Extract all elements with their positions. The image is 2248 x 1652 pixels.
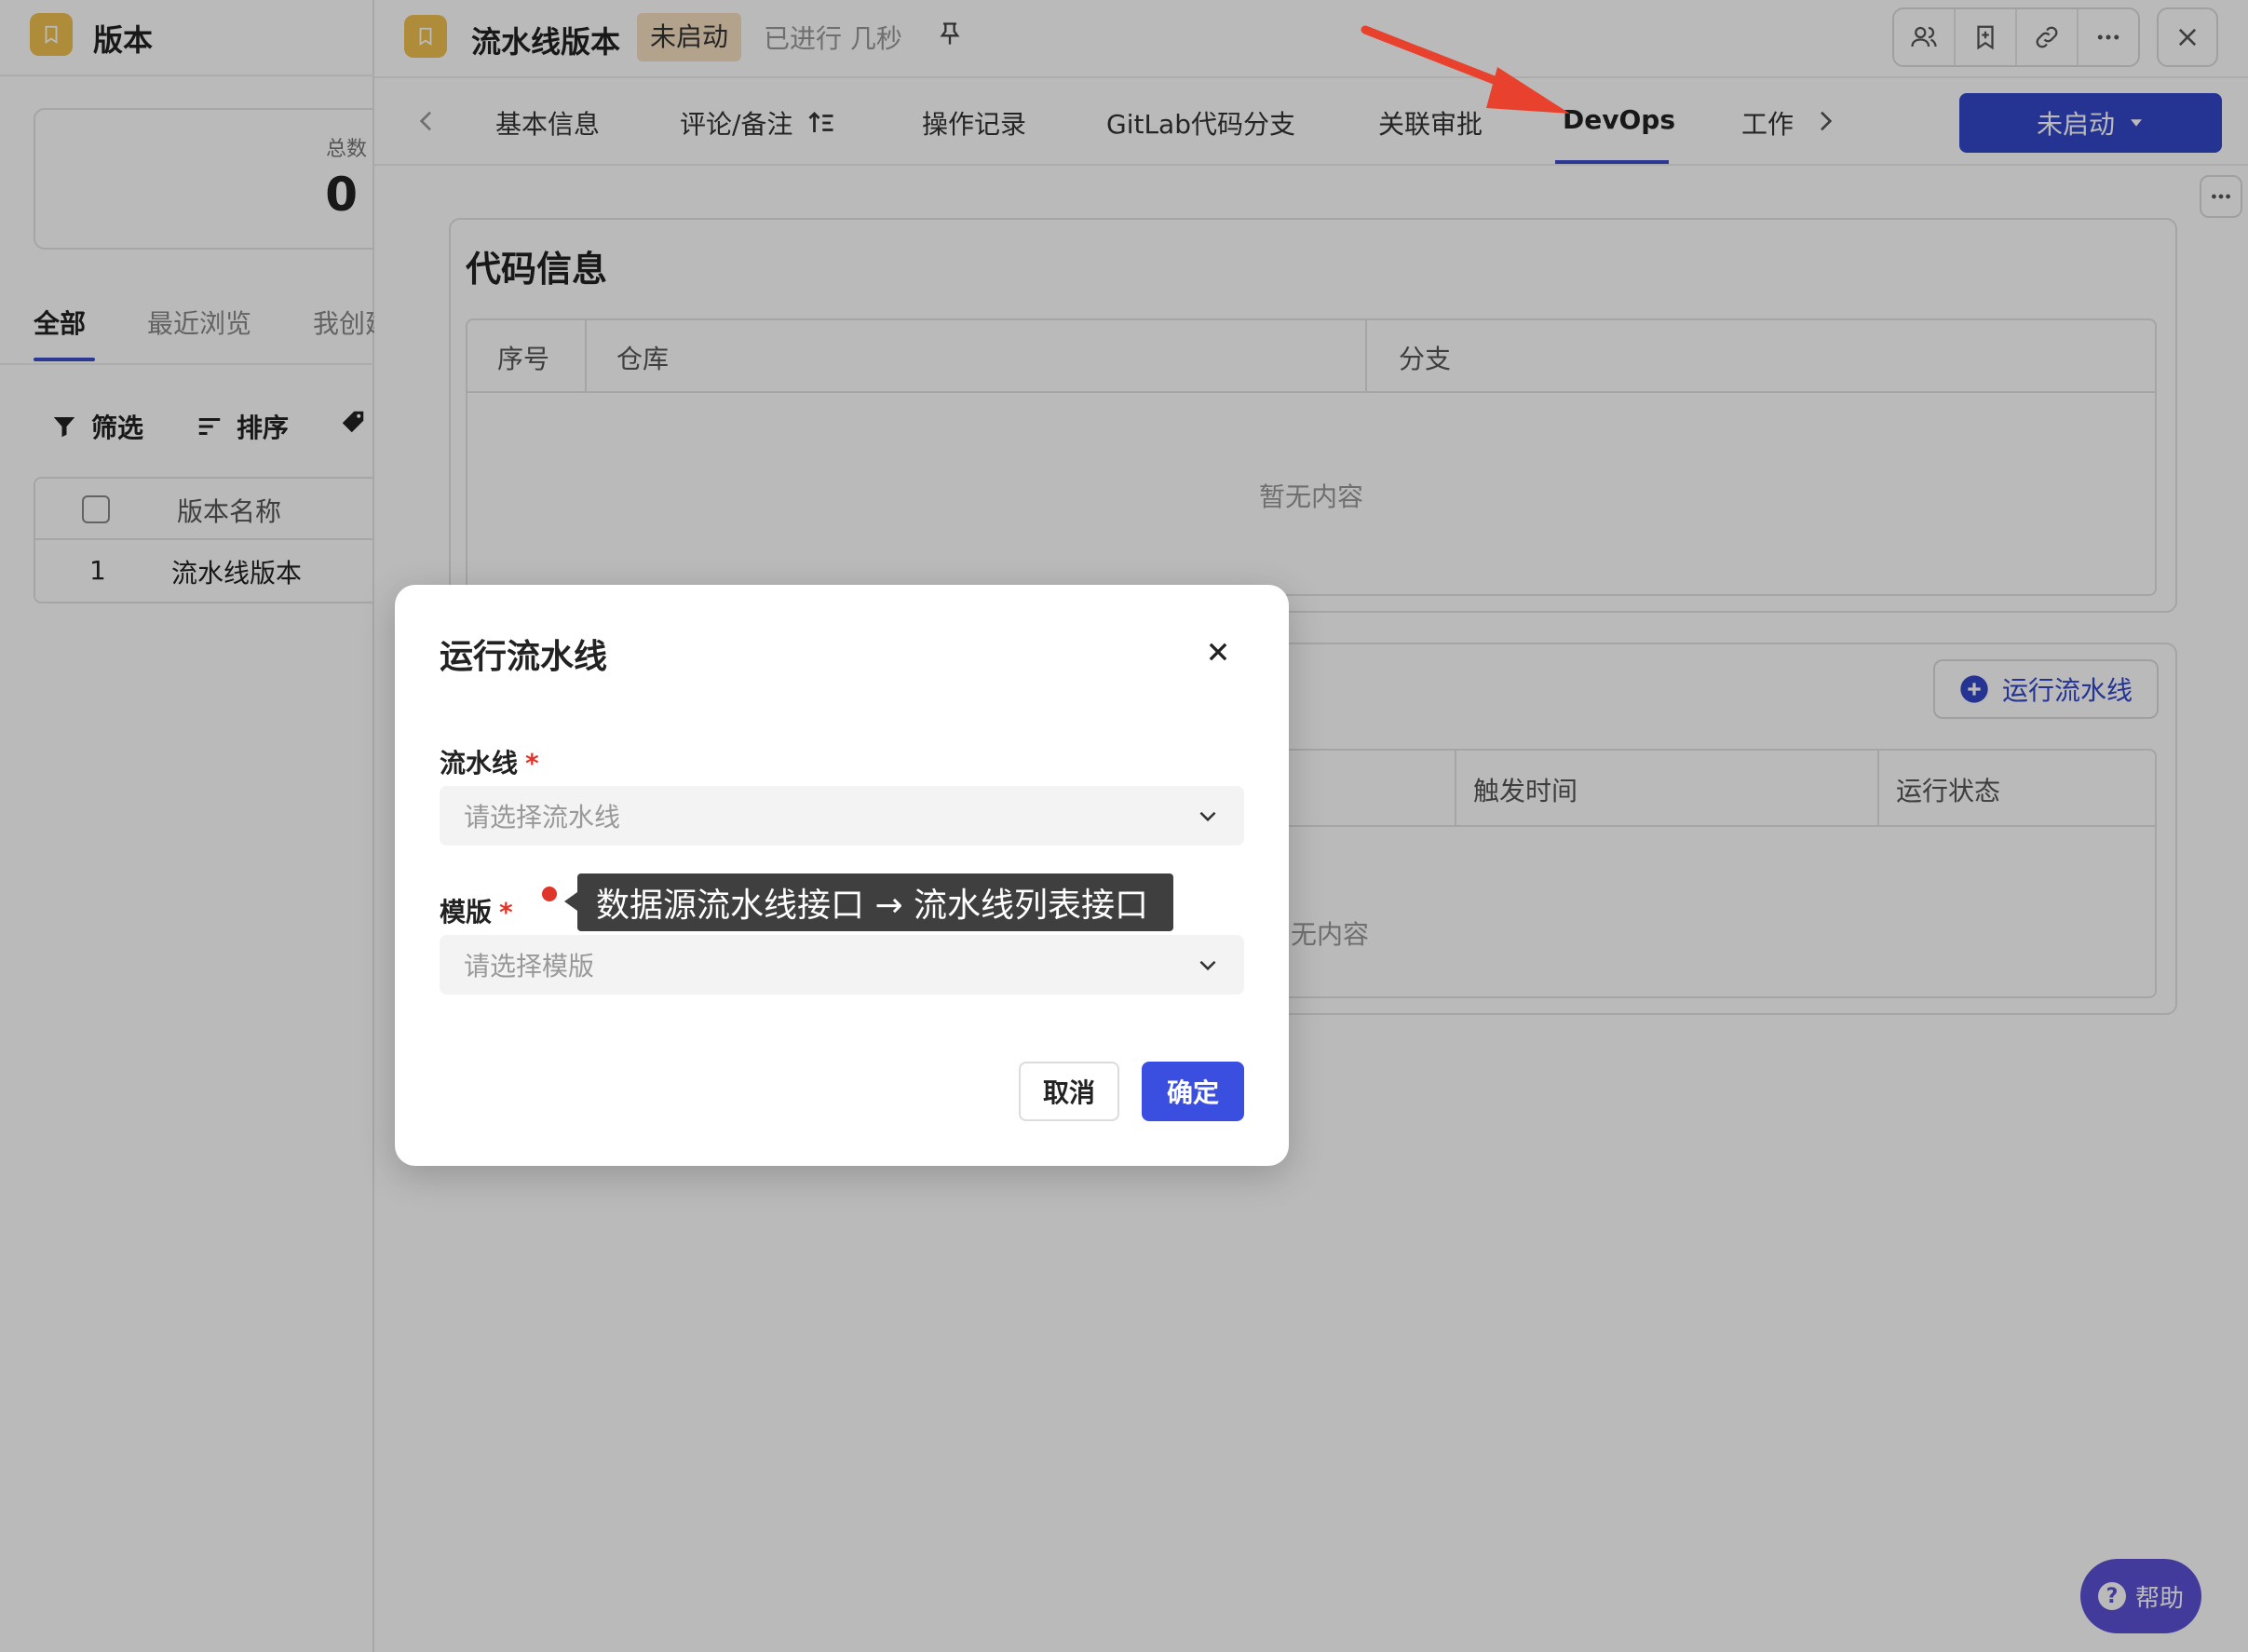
red-arrow-icon bbox=[1361, 25, 1570, 114]
annotation-pointer bbox=[564, 892, 577, 911]
required-mark: * bbox=[525, 748, 539, 779]
pipeline-select[interactable]: 请选择流水线 bbox=[440, 786, 1244, 846]
pipeline-select-placeholder: 请选择流水线 bbox=[464, 802, 621, 833]
template-select[interactable]: 请选择模版 bbox=[440, 935, 1244, 995]
dialog-close-button[interactable] bbox=[1199, 633, 1237, 670]
confirm-button[interactable]: 确定 bbox=[1142, 1062, 1244, 1121]
pipeline-label-text: 流水线 bbox=[440, 748, 519, 779]
required-mark: * bbox=[499, 897, 513, 928]
cancel-button[interactable]: 取消 bbox=[1019, 1062, 1119, 1121]
chevron-down-icon bbox=[1199, 811, 1216, 822]
chevron-down-icon bbox=[1199, 960, 1216, 971]
template-field-label: 模版 * bbox=[440, 892, 513, 929]
annotation-note: 数据源流水线接口 → 流水线列表接口 bbox=[577, 873, 1173, 931]
dialog-title: 运行流水线 bbox=[440, 638, 608, 676]
pipeline-field-label: 流水线 * bbox=[440, 743, 539, 780]
close-icon bbox=[1209, 643, 1227, 661]
template-label-text: 模版 bbox=[440, 897, 493, 928]
template-select-placeholder: 请选择模版 bbox=[464, 951, 595, 982]
annotation-dot bbox=[542, 887, 557, 901]
